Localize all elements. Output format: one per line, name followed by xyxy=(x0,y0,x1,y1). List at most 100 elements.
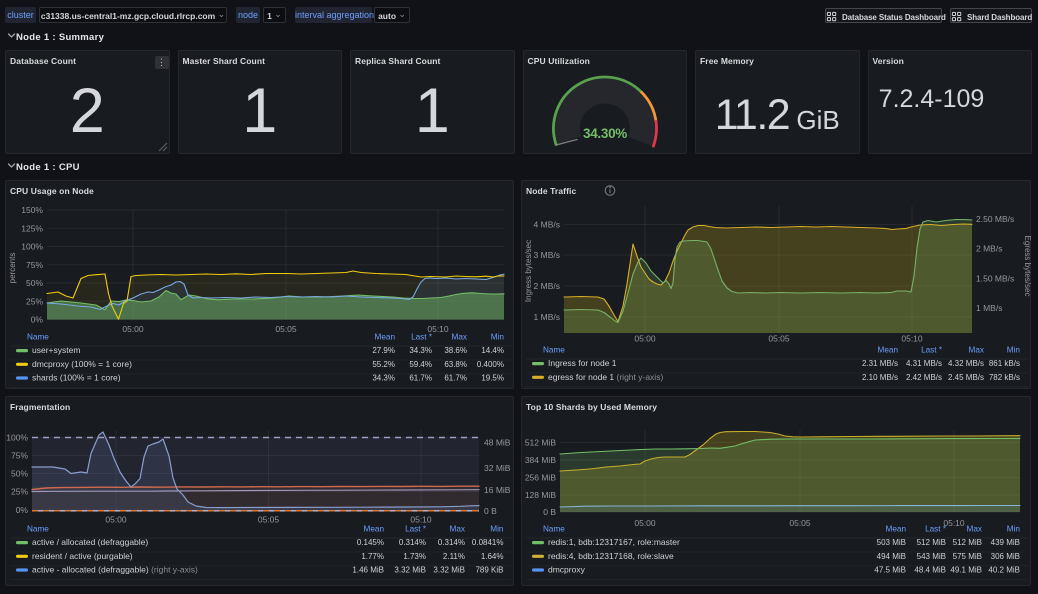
svg-text:16 MiB: 16 MiB xyxy=(484,485,511,495)
svg-text:0%: 0% xyxy=(31,315,44,325)
svg-text:0 B: 0 B xyxy=(484,506,497,516)
svg-text:512 MiB: 512 MiB xyxy=(953,538,982,547)
svg-text:Ingress bytes/sec: Ingress bytes/sec xyxy=(524,240,533,302)
svg-text:0.0841%: 0.0841% xyxy=(472,538,504,547)
svg-text:25%: 25% xyxy=(11,487,28,497)
svg-text:61.7%: 61.7% xyxy=(444,374,467,383)
svg-text:05:05: 05:05 xyxy=(768,334,790,344)
svg-text:resident / active (purgable): resident / active (purgable) xyxy=(32,551,133,561)
svg-text:789 KiB: 789 KiB xyxy=(475,566,503,575)
svg-text:543 MiB: 543 MiB xyxy=(917,552,946,561)
svg-text:256 MiB: 256 MiB xyxy=(525,473,557,483)
svg-text:0 B: 0 B xyxy=(543,507,556,517)
svg-text:27.9%: 27.9% xyxy=(372,346,395,355)
svg-text:125%: 125% xyxy=(21,223,43,233)
svg-text:Min: Min xyxy=(491,333,505,342)
svg-text:1.64%: 1.64% xyxy=(481,552,504,561)
svg-text:1 MB/s: 1 MB/s xyxy=(976,303,1002,313)
svg-text:Last *: Last * xyxy=(925,525,947,534)
svg-text:4.32 MB/s: 4.32 MB/s xyxy=(948,359,984,368)
svg-text:05:00: 05:00 xyxy=(634,334,656,344)
svg-text:0.314%: 0.314% xyxy=(399,538,426,547)
svg-text:2 MB/s: 2 MB/s xyxy=(534,281,560,291)
svg-text:Name: Name xyxy=(543,346,565,355)
svg-text:2.50 MB/s: 2.50 MB/s xyxy=(976,214,1014,224)
svg-text:Name: Name xyxy=(27,525,49,534)
svg-text:05:05: 05:05 xyxy=(275,324,297,334)
svg-text:05:00: 05:00 xyxy=(634,518,656,528)
svg-text:61.7%: 61.7% xyxy=(409,374,432,383)
svg-text:Min: Min xyxy=(1007,346,1021,355)
svg-text:0.145%: 0.145% xyxy=(357,538,384,547)
svg-text:3.32 MiB: 3.32 MiB xyxy=(433,566,465,575)
svg-text:503 MiB: 503 MiB xyxy=(877,538,906,547)
svg-text:2.10 MB/s: 2.10 MB/s xyxy=(862,373,898,382)
svg-text:128 MiB: 128 MiB xyxy=(525,490,557,500)
svg-text:Max: Max xyxy=(450,525,465,534)
svg-text:Mean: Mean xyxy=(878,346,899,355)
svg-text:14.4%: 14.4% xyxy=(481,346,504,355)
svg-text:Min: Min xyxy=(490,525,504,534)
svg-text:34.3%: 34.3% xyxy=(409,346,432,355)
svg-text:1.50 MB/s: 1.50 MB/s xyxy=(976,273,1014,283)
svg-text:50%: 50% xyxy=(11,469,28,479)
svg-text:150%: 150% xyxy=(21,205,43,215)
svg-text:05:10: 05:10 xyxy=(410,515,432,525)
svg-text:48 MiB: 48 MiB xyxy=(484,438,511,448)
svg-text:2.11%: 2.11% xyxy=(443,552,465,561)
svg-text:Last *: Last * xyxy=(921,346,943,355)
svg-text:50%: 50% xyxy=(26,278,43,288)
svg-text:2.31 MB/s: 2.31 MB/s xyxy=(862,359,898,368)
svg-text:Last *: Last * xyxy=(405,525,427,534)
svg-text:Name: Name xyxy=(543,525,565,534)
svg-text:48.4 MiB: 48.4 MiB xyxy=(914,566,946,575)
svg-text:1.73%: 1.73% xyxy=(403,552,426,561)
svg-text:05:00: 05:00 xyxy=(122,324,144,334)
svg-text:2 MB/s: 2 MB/s xyxy=(976,244,1002,254)
svg-text:306 MiB: 306 MiB xyxy=(991,552,1020,561)
svg-text:384 MiB: 384 MiB xyxy=(525,455,557,465)
svg-text:egress for node 1 (right y-axi: egress for node 1 (right y-axis) xyxy=(548,372,663,382)
svg-text:4.31 MB/s: 4.31 MB/s xyxy=(906,359,942,368)
svg-text:55.2%: 55.2% xyxy=(372,360,395,369)
svg-text:34.3%: 34.3% xyxy=(372,374,395,383)
svg-text:2.45 MB/s: 2.45 MB/s xyxy=(948,373,984,382)
svg-text:75%: 75% xyxy=(26,260,43,270)
svg-text:512 MiB: 512 MiB xyxy=(917,538,946,547)
svg-text:05:05: 05:05 xyxy=(258,515,280,525)
svg-text:494 MiB: 494 MiB xyxy=(877,552,906,561)
svg-text:05:10: 05:10 xyxy=(901,334,923,344)
svg-text:Mean: Mean xyxy=(364,525,385,534)
svg-text:782 kB/s: 782 kB/s xyxy=(989,373,1020,382)
svg-text:active / allocated (defraggabl: active / allocated (defraggable) xyxy=(32,537,148,547)
svg-text:63.8%: 63.8% xyxy=(444,360,467,369)
svg-text:user+system: user+system xyxy=(32,345,80,355)
svg-text:Max: Max xyxy=(452,333,467,342)
svg-text:4 MB/s: 4 MB/s xyxy=(534,220,560,230)
svg-text:Egress bytes/sec: Egress bytes/sec xyxy=(1023,236,1032,297)
svg-text:0.314%: 0.314% xyxy=(438,538,465,547)
svg-text:05:10: 05:10 xyxy=(943,518,965,528)
svg-text:active - allocated (defraggabl: active - allocated (defraggable) (right … xyxy=(32,565,198,575)
svg-text:Last *: Last * xyxy=(411,333,433,342)
svg-text:49.1 MiB: 49.1 MiB xyxy=(950,566,982,575)
svg-text:redis:4, bdb:12317168, role:sl: redis:4, bdb:12317168, role:slave xyxy=(548,551,674,561)
svg-text:3.32 MiB: 3.32 MiB xyxy=(394,566,426,575)
svg-text:512 MiB: 512 MiB xyxy=(525,438,557,448)
svg-text:861 kB/s: 861 kB/s xyxy=(989,359,1020,368)
svg-text:75%: 75% xyxy=(11,451,28,461)
svg-text:1.46 MiB: 1.46 MiB xyxy=(352,566,384,575)
svg-text:05:00: 05:00 xyxy=(105,515,127,525)
svg-text:Ingress for node 1: Ingress for node 1 xyxy=(548,358,617,368)
svg-text:percents: percents xyxy=(8,253,17,284)
svg-text:32 MiB: 32 MiB xyxy=(484,463,511,473)
svg-text:shards (100% = 1 core): shards (100% = 1 core) xyxy=(32,373,121,383)
svg-text:0.400%: 0.400% xyxy=(477,360,504,369)
svg-text:100%: 100% xyxy=(6,433,28,443)
svg-text:dmcproxy (100% = 1 core): dmcproxy (100% = 1 core) xyxy=(32,359,132,369)
svg-text:59.4%: 59.4% xyxy=(409,360,432,369)
svg-text:redis:1, bdb:12317167, role:ma: redis:1, bdb:12317167, role:master xyxy=(548,537,680,547)
svg-text:34.30%: 34.30% xyxy=(583,126,627,141)
svg-text:1.77%: 1.77% xyxy=(361,552,384,561)
svg-text:40.2 MiB: 40.2 MiB xyxy=(988,566,1020,575)
